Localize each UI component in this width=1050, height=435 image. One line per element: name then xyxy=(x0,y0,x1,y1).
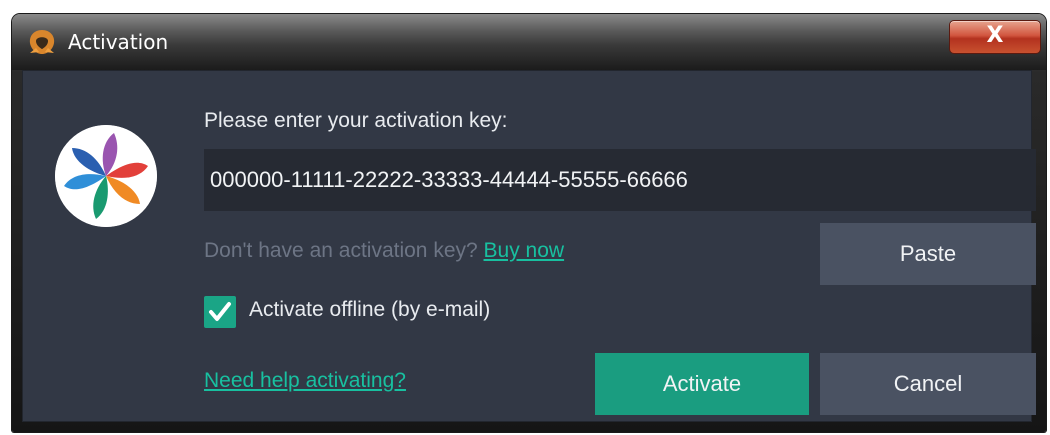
help-activating-link[interactable]: Need help activating? xyxy=(204,369,406,393)
activate-offline-label[interactable]: Activate offline (by e-mail) xyxy=(249,298,490,322)
pinwheel-logo-icon xyxy=(55,125,157,227)
no-key-text: Don't have an activation key? xyxy=(204,239,478,262)
cancel-button[interactable]: Cancel xyxy=(820,353,1036,415)
title-bar[interactable]: Activation X xyxy=(12,14,1046,70)
app-logo-icon xyxy=(29,30,55,54)
activation-key-input[interactable]: 000000-11111-22222-33333-44444-55555-666… xyxy=(204,149,1036,211)
buy-now-link[interactable]: Buy now xyxy=(484,239,565,262)
paste-button[interactable]: Paste xyxy=(820,223,1036,285)
close-button[interactable]: X xyxy=(949,20,1041,54)
activation-window: Activation X Please enter your activatio… xyxy=(12,14,1046,432)
no-key-prompt: Don't have an activation key? Buy now xyxy=(204,239,564,263)
checkmark-icon xyxy=(209,302,231,321)
activate-button[interactable]: Activate xyxy=(595,353,809,415)
close-icon: X xyxy=(986,23,1004,48)
dialog-body: Please enter your activation key: 000000… xyxy=(22,70,1036,422)
activation-key-label: Please enter your activation key: xyxy=(204,109,508,132)
window-title: Activation xyxy=(68,30,169,54)
activate-offline-checkbox[interactable] xyxy=(204,296,236,328)
